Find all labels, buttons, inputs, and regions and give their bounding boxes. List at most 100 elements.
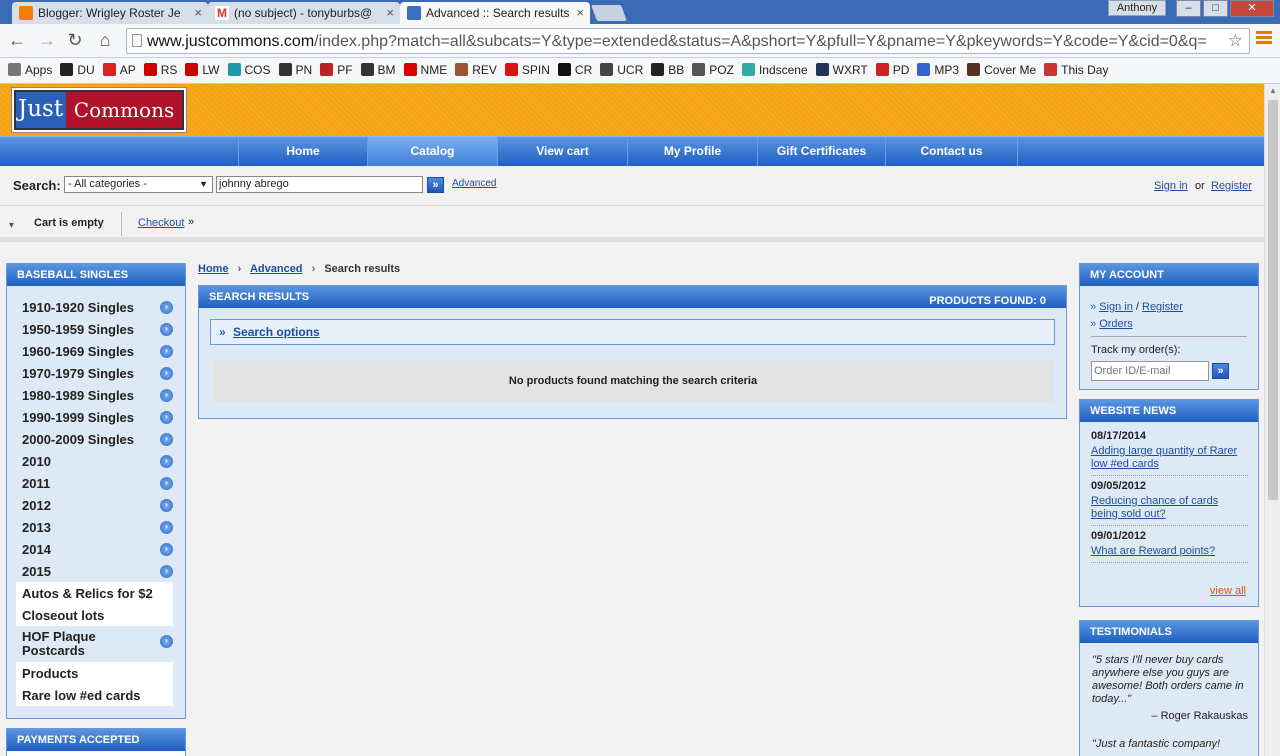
- maximize-icon[interactable]: □: [1203, 0, 1228, 17]
- payments-box: Payments Accepted: [6, 728, 186, 756]
- close-window-icon[interactable]: ✕: [1230, 0, 1274, 17]
- bookmark-favicon-icon: [320, 63, 334, 76]
- news-link[interactable]: Reducing chance of cards being sold out?: [1080, 492, 1258, 521]
- close-tab-icon[interactable]: ×: [576, 5, 584, 20]
- bookmark-item[interactable]: RS: [143, 63, 177, 77]
- nav-view-cart[interactable]: View cart: [498, 137, 628, 167]
- site-logo[interactable]: Just Commons: [11, 87, 187, 133]
- breadcrumb-advanced[interactable]: Advanced: [250, 263, 303, 275]
- bookmark-item[interactable]: COS: [227, 63, 271, 77]
- news-date: 08/17/2014: [1091, 430, 1147, 442]
- close-tab-icon[interactable]: ×: [386, 5, 394, 20]
- bookmark-item[interactable]: AP: [102, 63, 136, 77]
- bookmark-item[interactable]: POZ: [692, 63, 734, 77]
- category-item[interactable]: 2015 ›: [7, 560, 185, 582]
- account-sign-in-link[interactable]: Sign in: [1099, 301, 1133, 313]
- new-tab-button[interactable]: [591, 5, 627, 21]
- news-link[interactable]: Adding large quantity of Rarer low #ed c…: [1080, 442, 1258, 471]
- vertical-scrollbar[interactable]: ▲: [1264, 84, 1280, 756]
- breadcrumb-home[interactable]: Home: [198, 263, 229, 275]
- sign-in-link[interactable]: Sign in: [1154, 180, 1188, 192]
- track-order-input[interactable]: [1091, 361, 1209, 381]
- news-link[interactable]: What are Reward points?: [1080, 542, 1258, 558]
- bookmark-favicon-icon: [651, 63, 665, 76]
- register-link[interactable]: Register: [1211, 180, 1252, 192]
- bookmark-item[interactable]: MP3: [917, 63, 959, 77]
- bookmark-item[interactable]: LW: [185, 63, 220, 77]
- category-item[interactable]: 1980-1989 Singles ›: [7, 384, 185, 406]
- bookmark-item[interactable]: WXRT: [815, 63, 868, 77]
- category-item[interactable]: 1960-1969 Singles ›: [7, 340, 185, 362]
- scroll-up-icon[interactable]: ▲: [1269, 86, 1277, 95]
- nav-my-profile[interactable]: My Profile: [628, 137, 758, 167]
- bookmark-favicon-icon: [967, 63, 981, 76]
- bookmark-star-icon[interactable]: ☆: [1228, 31, 1243, 51]
- track-order-go-button[interactable]: »: [1212, 363, 1229, 379]
- address-bar[interactable]: www.justcommons.com/index.php?match=all&…: [126, 28, 1250, 54]
- search-options-panel[interactable]: » Search options: [210, 319, 1055, 345]
- cart-bar: ▾ Cart is empty Checkout »: [0, 206, 1264, 242]
- bookmark-item[interactable]: BB: [651, 63, 684, 77]
- category-item[interactable]: Products: [16, 662, 173, 684]
- forward-icon[interactable]: →: [36, 30, 58, 51]
- nav-catalog[interactable]: Catalog: [368, 137, 498, 167]
- bookmark-item[interactable]: NME: [403, 63, 447, 77]
- bookmark-item[interactable]: PN: [278, 63, 312, 77]
- orders-link[interactable]: Orders: [1099, 318, 1133, 330]
- back-icon[interactable]: ←: [6, 30, 28, 51]
- scrollbar-thumb[interactable]: [1268, 100, 1278, 500]
- category-item[interactable]: 2000-2009 Singles ›: [7, 428, 185, 450]
- my-account-title: My Account: [1080, 264, 1258, 286]
- bookmark-item[interactable]: Indscene: [741, 63, 808, 77]
- category-select[interactable]: - All categories - ▼: [64, 176, 213, 193]
- bookmark-item[interactable]: Apps: [8, 63, 52, 77]
- bookmark-item[interactable]: REV: [455, 63, 497, 77]
- account-register-link[interactable]: Register: [1142, 301, 1183, 313]
- minimize-icon[interactable]: –: [1176, 0, 1201, 17]
- bookmark-item[interactable]: SPIN: [504, 63, 550, 77]
- category-item[interactable]: 1950-1959 Singles ›: [7, 318, 185, 340]
- nav-contact-us[interactable]: Contact us: [886, 137, 1018, 167]
- bookmark-item[interactable]: BM: [360, 63, 396, 77]
- tab-active-search[interactable]: Advanced :: Search results ×: [400, 2, 590, 24]
- bookmark-favicon-icon: [1044, 63, 1058, 76]
- search-go-button[interactable]: »: [427, 177, 444, 193]
- category-item[interactable]: 1970-1979 Singles ›: [7, 362, 185, 384]
- advanced-search-link[interactable]: Advanced: [452, 178, 496, 189]
- category-item[interactable]: Closeout lots: [16, 604, 173, 626]
- category-item[interactable]: Rare low #ed cards: [16, 684, 173, 706]
- tab-blogger[interactable]: Blogger: Wrigley Roster Je ×: [12, 2, 208, 24]
- bookmark-item[interactable]: UCR: [600, 63, 643, 77]
- category-item[interactable]: 2014 ›: [7, 538, 185, 560]
- profile-button[interactable]: Anthony: [1108, 0, 1166, 16]
- category-item[interactable]: 1990-1999 Singles ›: [7, 406, 185, 428]
- bookmark-item[interactable]: DU: [60, 63, 95, 77]
- bookmark-favicon-icon: [278, 63, 292, 76]
- category-item[interactable]: 2010 ›: [7, 450, 185, 472]
- category-item[interactable]: Autos & Relics for $2: [16, 582, 173, 604]
- tab-gmail[interactable]: M (no subject) - tonyburbs@ ×: [208, 2, 400, 24]
- bookmark-favicon-icon: [403, 63, 417, 76]
- category-item[interactable]: 2012 ›: [7, 494, 185, 516]
- bookmark-item[interactable]: PD: [875, 63, 909, 77]
- close-tab-icon[interactable]: ×: [194, 5, 202, 20]
- category-item[interactable]: HOF Plaque Postcards ›: [7, 626, 185, 662]
- bookmark-item[interactable]: This Day: [1044, 63, 1108, 77]
- nav-gift-certificates[interactable]: Gift Certificates: [758, 137, 886, 167]
- category-item[interactable]: 1910-1920 Singles ›: [7, 296, 185, 318]
- view-all-news-link[interactable]: view all: [1210, 585, 1246, 597]
- category-item[interactable]: 2013 ›: [7, 516, 185, 538]
- search-input[interactable]: johnny abrego: [216, 176, 423, 193]
- checkout-link[interactable]: Checkout: [138, 217, 184, 229]
- category-item[interactable]: 2011 ›: [7, 472, 185, 494]
- search-options-link[interactable]: Search options: [233, 325, 320, 339]
- bookmark-item[interactable]: Cover Me: [967, 63, 1036, 77]
- products-found-count: PRODUCTS FOUND: 0: [929, 295, 1046, 307]
- expand-arrow-icon: ›: [160, 455, 173, 468]
- chrome-menu-icon[interactable]: [1256, 31, 1272, 47]
- home-icon[interactable]: ⌂: [94, 30, 116, 51]
- bookmark-item[interactable]: CR: [557, 63, 592, 77]
- nav-home[interactable]: Home: [238, 137, 368, 167]
- bookmark-item[interactable]: PF: [320, 63, 353, 77]
- reload-icon[interactable]: ↻: [64, 30, 86, 51]
